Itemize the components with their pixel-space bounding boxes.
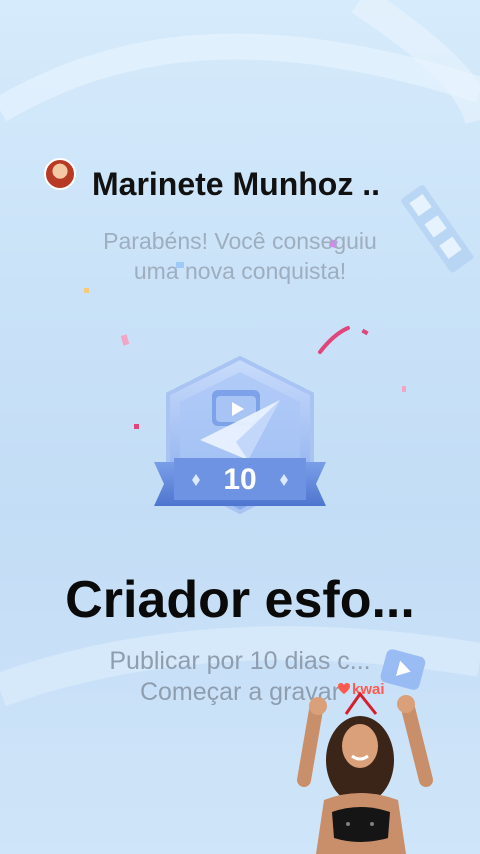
congrats-line-2: uma nova conquista! xyxy=(133,258,347,284)
user-header: Marinete Munhoz .. xyxy=(0,158,480,210)
congrats-message: Parabéns! Você conseguiu uma nova conqui… xyxy=(40,226,440,286)
congrats-line-1: Parabéns! Você conseguiu xyxy=(103,228,377,254)
badge-number: 10 xyxy=(223,463,256,496)
username[interactable]: Marinete Munhoz .. xyxy=(92,166,380,203)
description-line-1: Publicar por 10 dias c... xyxy=(109,647,371,675)
achievement-title: Criador esfo... xyxy=(65,571,415,629)
avatar[interactable] xyxy=(44,158,76,190)
achievement-badge: 10 xyxy=(154,355,326,515)
person-image xyxy=(297,691,433,854)
